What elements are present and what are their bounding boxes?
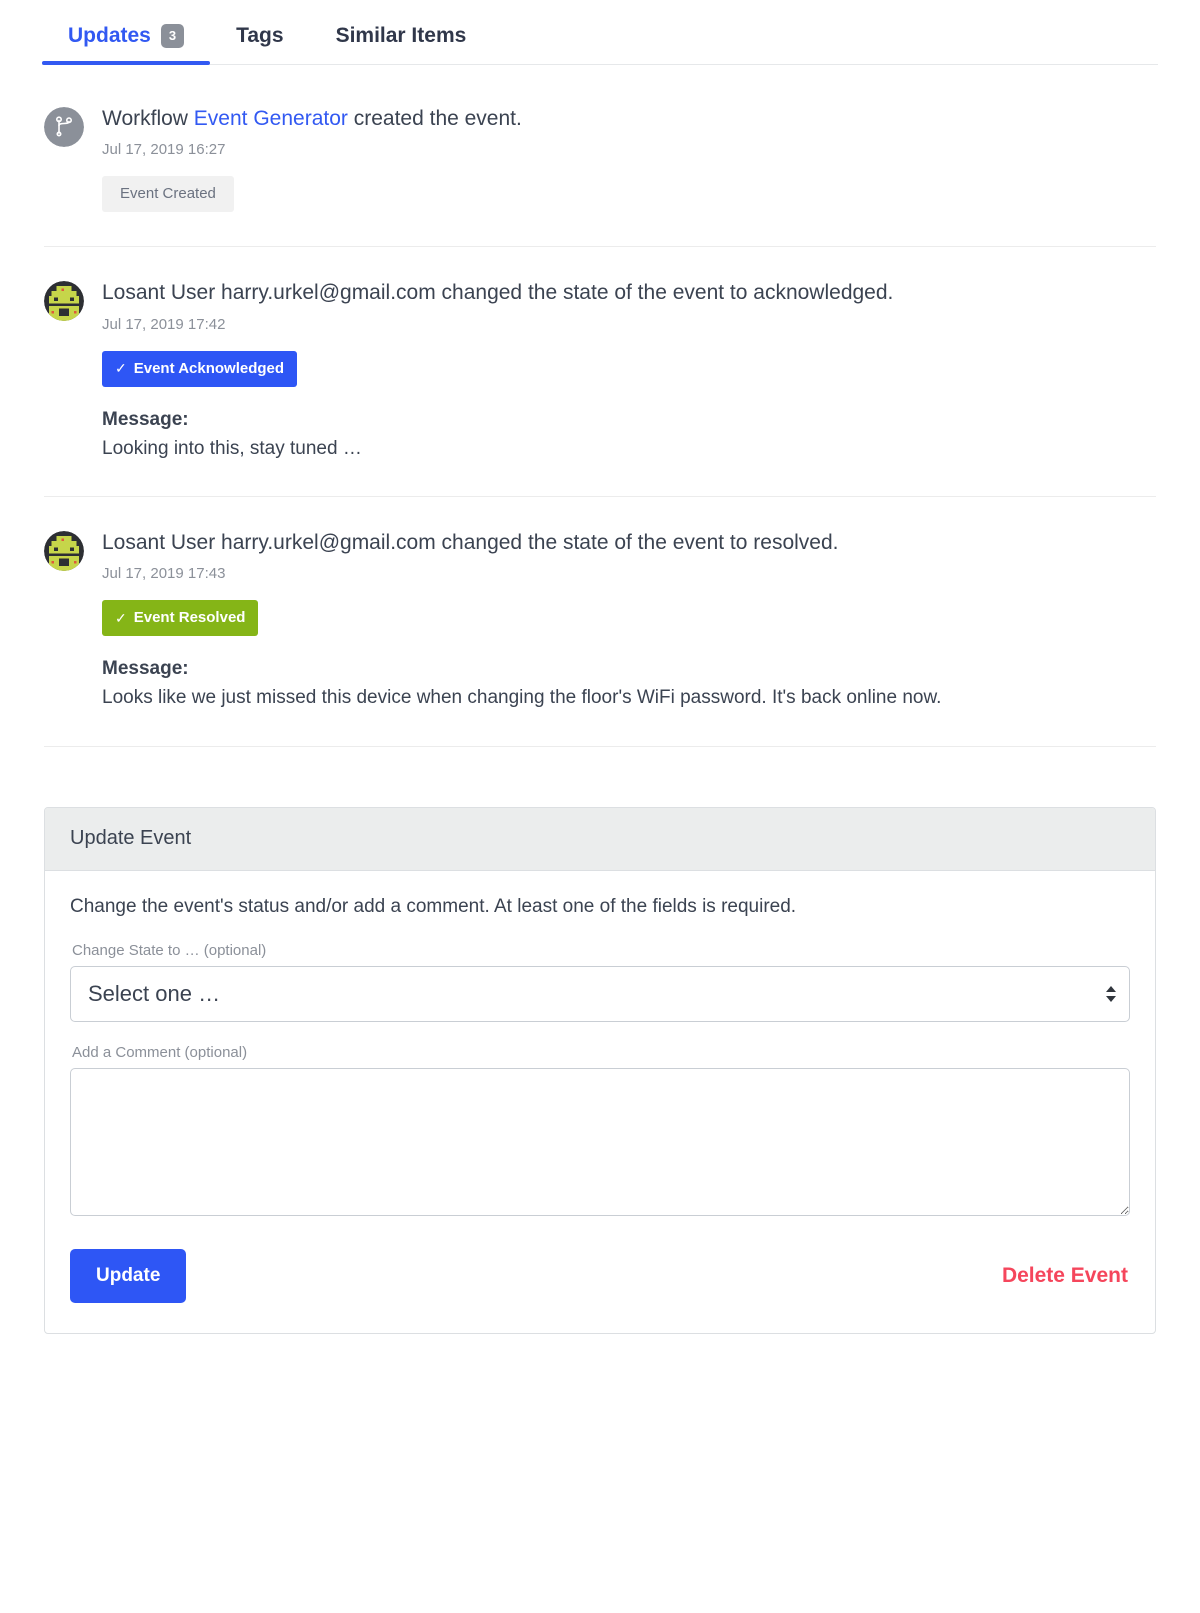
update-timestamp: Jul 17, 2019 16:27 [102, 141, 226, 159]
update-headline: Workflow Event Generator created the eve… [102, 106, 1156, 132]
update-headline: Losant User harry.urkel@gmail.com change… [102, 281, 894, 305]
message-label: Message: [102, 658, 189, 680]
workflow-link[interactable]: Event Generator [194, 107, 348, 130]
add-comment-field: Add a Comment (optional) [70, 1044, 1130, 1221]
status-badge-label: Event Acknowledged [133, 359, 285, 377]
update-button[interactable]: Update [70, 1248, 187, 1303]
update-body: Losant User harry.urkel@gmail.com change… [102, 279, 1156, 462]
tab-updates-count-badge: 3 [160, 24, 185, 48]
tab-similar-items[interactable]: Similar Items [310, 16, 493, 64]
update-item: Losant User harry.urkel@gmail.com change… [44, 247, 1156, 498]
update-timestamp: Jul 17, 2019 17:43 [102, 565, 226, 583]
workflow-avatar-icon [44, 107, 84, 147]
status-badge-label: Event Resolved [133, 609, 246, 627]
change-state-field: Change State to … (optional) Select one … [70, 942, 1130, 1022]
change-state-select-wrap: Select one … [70, 965, 1130, 1022]
update-body: Workflow Event Generator created the eve… [102, 105, 1156, 213]
tab-updates-label: Updates [68, 24, 151, 47]
delete-event-button[interactable]: Delete Event [1000, 1260, 1130, 1292]
update-item: Losant User harry.urkel@gmail.com change… [44, 497, 1156, 747]
change-state-select[interactable]: Select one … [70, 965, 1130, 1022]
check-icon: ✓ [115, 609, 127, 626]
update-body: Losant User harry.urkel@gmail.com change… [102, 529, 1156, 712]
update-headline: Losant User harry.urkel@gmail.com change… [102, 531, 839, 555]
event-updates-page: Updates 3 Tags Similar Items Workflow Ev… [0, 0, 1200, 1334]
status-badge-label: Event Created [120, 185, 216, 203]
tab-updates[interactable]: Updates 3 [42, 16, 211, 65]
message-label: Message: [102, 408, 189, 430]
tab-tags-label: Tags [236, 24, 284, 47]
comment-textarea[interactable] [70, 1067, 1130, 1216]
update-event-panel-body: Change the event's status and/or add a c… [45, 871, 1155, 1333]
tab-similar-items-label: Similar Items [335, 24, 467, 47]
status-badge: ✓ Event Acknowledged [102, 350, 298, 387]
update-headline-prefix: Workflow [102, 107, 194, 130]
update-headline-suffix: created the event. [347, 107, 522, 130]
tabbar: Updates 3 Tags Similar Items [42, 0, 1158, 65]
panel-actions: Update Delete Event [70, 1248, 1130, 1303]
update-event-panel-title: Update Event [45, 807, 1155, 871]
form-description: Change the event's status and/or add a c… [70, 895, 797, 917]
update-item: Workflow Event Generator created the eve… [44, 73, 1156, 248]
message-text: Looking into this, stay tuned … [102, 437, 362, 459]
tab-tags[interactable]: Tags [210, 16, 309, 64]
user-identicon-avatar [44, 531, 84, 572]
status-badge: Event Created [102, 176, 234, 213]
update-event-panel: Update Event Change the event's status a… [44, 806, 1156, 1334]
user-identicon-avatar [44, 281, 84, 322]
status-badge: ✓ Event Resolved [102, 600, 259, 637]
add-comment-label: Add a Comment (optional) [72, 1043, 248, 1061]
check-icon: ✓ [115, 360, 127, 376]
change-state-label: Change State to … (optional) [72, 941, 267, 959]
message-text: Looks like we just missed this device wh… [102, 687, 942, 709]
updates-list: Workflow Event Generator created the eve… [44, 65, 1156, 747]
update-timestamp: Jul 17, 2019 17:42 [102, 315, 226, 333]
